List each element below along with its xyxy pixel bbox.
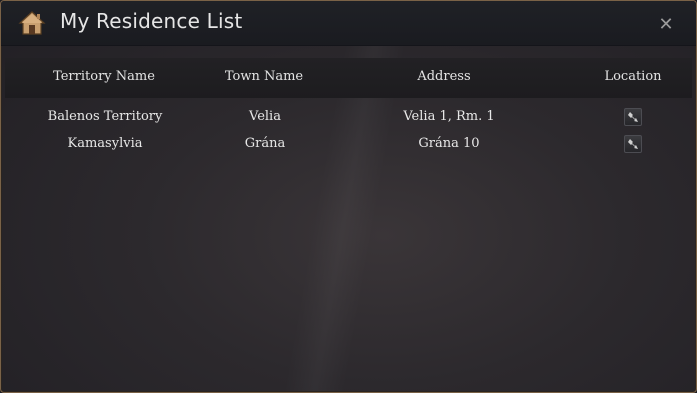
address-cell: Velia 1, Rm. 1 xyxy=(403,109,495,124)
title-bar: My Residence List ✕ xyxy=(1,1,696,46)
town-cell: Grána xyxy=(244,136,286,151)
town-cell: Velia xyxy=(249,109,281,124)
location-button[interactable] xyxy=(624,135,642,153)
location-button[interactable] xyxy=(624,108,642,126)
table-row[interactable]: Balenos Territory Velia Velia 1, Rm. 1 xyxy=(5,105,692,131)
table-row[interactable]: Kamasylvia Grána Grána 10 xyxy=(5,132,692,158)
address-cell: Grána 10 xyxy=(418,136,480,151)
column-header-address[interactable]: Address xyxy=(417,69,470,84)
navigate-icon xyxy=(628,112,638,122)
table-header: Territory Name Town Name Address Locatio… xyxy=(5,58,692,98)
column-header-location[interactable]: Location xyxy=(604,69,661,84)
residence-list-window: My Residence List ✕ Territory Name Town … xyxy=(0,0,697,393)
territory-cell: Kamasylvia xyxy=(67,136,143,151)
column-header-territory[interactable]: Territory Name xyxy=(53,69,155,84)
close-button[interactable]: ✕ xyxy=(655,14,677,36)
navigate-icon xyxy=(628,139,638,149)
house-icon xyxy=(18,10,46,36)
column-header-town[interactable]: Town Name xyxy=(225,69,303,84)
territory-cell: Balenos Territory xyxy=(47,109,163,124)
window-title: My Residence List xyxy=(60,9,243,33)
